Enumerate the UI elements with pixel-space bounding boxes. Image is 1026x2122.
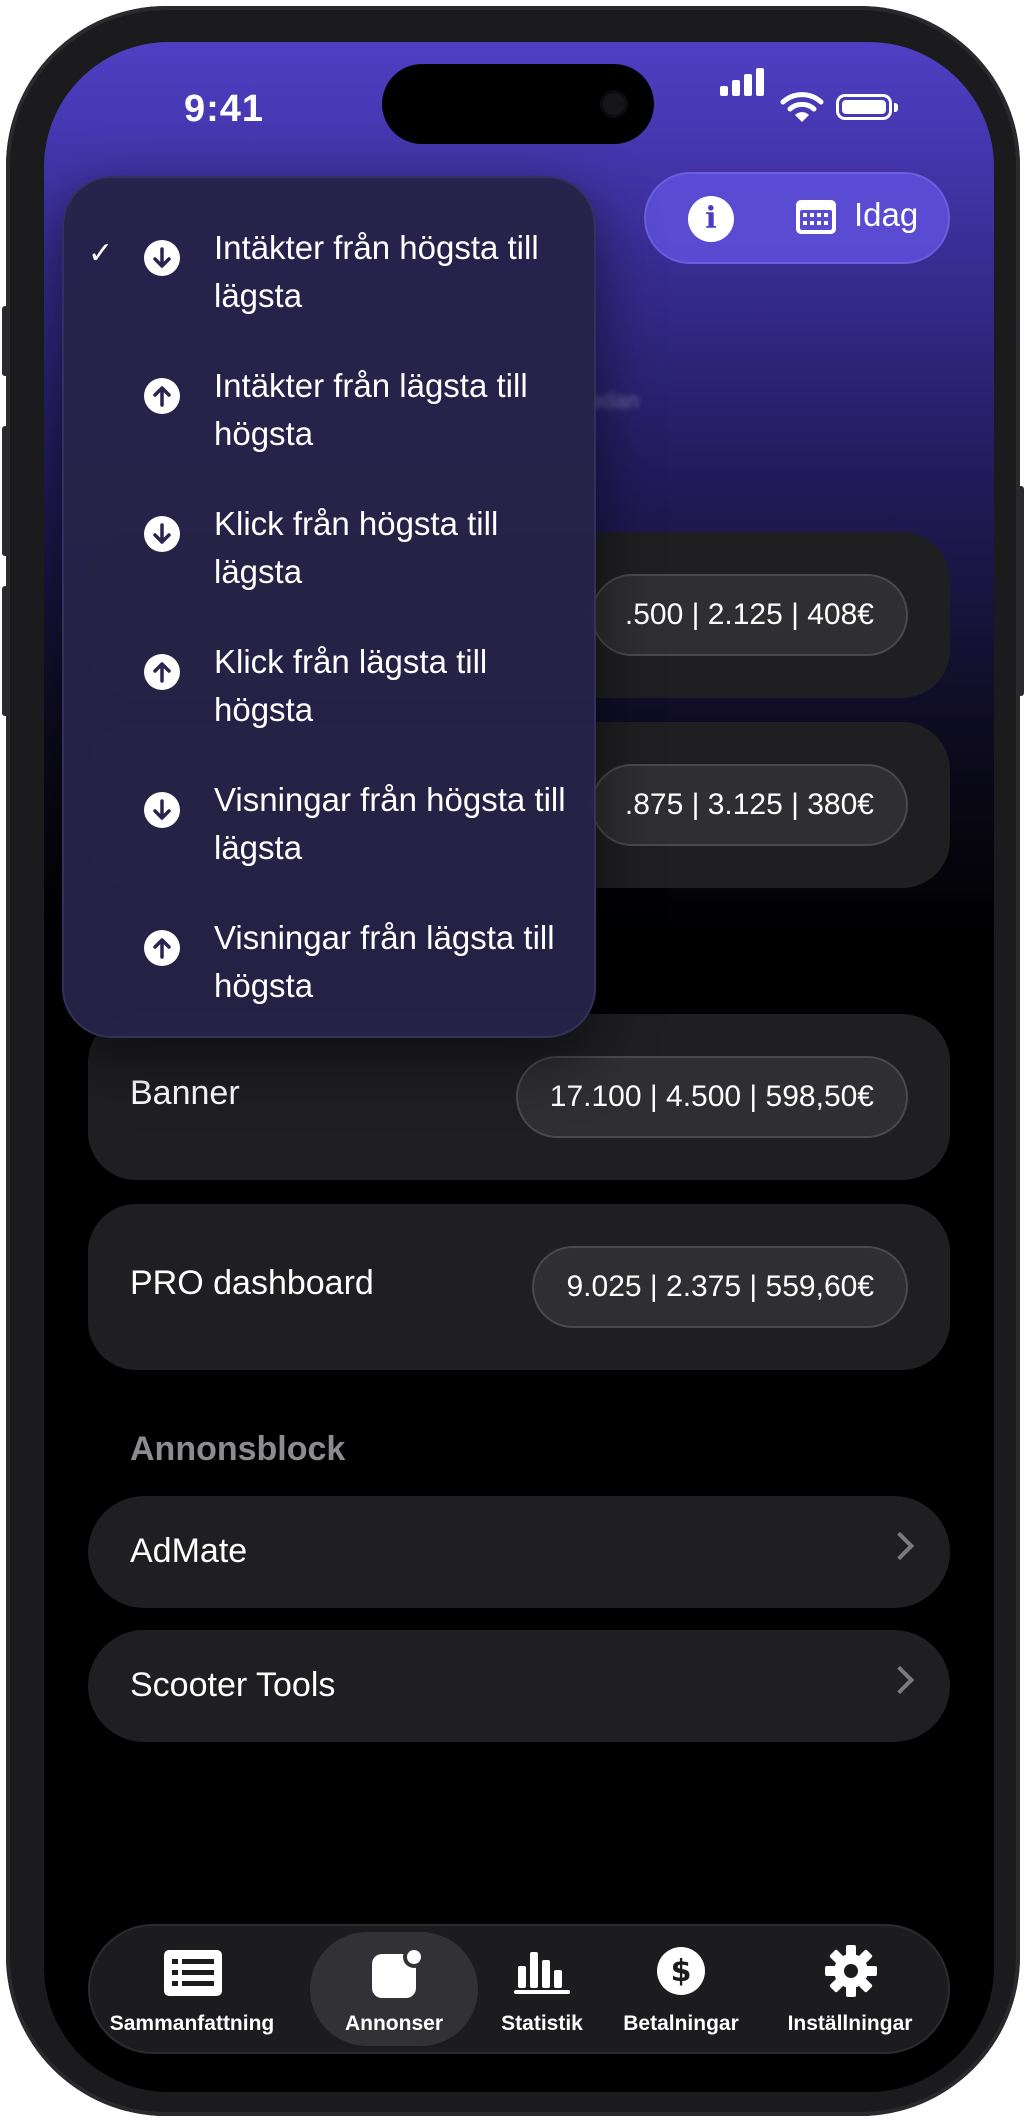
ad-block-row-admate[interactable]: AdMate: [88, 1496, 950, 1608]
volume-up-button: [2, 426, 10, 556]
status-time: 9:41: [184, 88, 265, 130]
tab-label: Inställningar: [787, 2012, 913, 2035]
battery-icon: [836, 94, 898, 120]
sort-option-clicks-asc[interactable]: Klick från lägsta till högsta: [62, 620, 596, 758]
wifi-icon: [780, 92, 824, 122]
tab-label: Betalningar: [623, 2012, 739, 2035]
arrow-up-circle-icon: [144, 930, 180, 966]
sort-option-revenue-asc[interactable]: Intäkter från lägsta till högsta: [62, 344, 596, 482]
arrow-up-circle-icon: [144, 378, 180, 414]
calendar-icon[interactable]: [794, 196, 838, 236]
info-icon[interactable]: i: [688, 196, 734, 242]
ad-block-label: Scooter Tools: [130, 1666, 336, 1704]
svg-text:$: $: [671, 1954, 692, 1989]
status-bar: 9:41: [44, 42, 994, 182]
chevron-right-icon: [885, 1531, 915, 1561]
ad-stats-pill: .875 | 3.125 | 380€: [590, 764, 908, 846]
sort-option-revenue-desc[interactable]: ✓ Intäkter från högsta till lägsta: [62, 206, 596, 344]
dynamic-island: [382, 64, 654, 144]
sort-option-label: Intäkter från lägsta till högsta: [214, 367, 528, 452]
header-actions: i Idag: [644, 172, 950, 264]
dollar-icon: $: [657, 1947, 705, 1995]
ad-stats-pill: 17.100 | 4.500 | 598,50€: [515, 1056, 908, 1138]
tab-bar: Sammanfattning Annonser Statistik $ Beta…: [88, 1924, 950, 2054]
app-screen: 9:41 edan i Idag .500 | 2.125 | 408€ .87…: [44, 42, 994, 2092]
tab-installningar[interactable]: Inställningar: [760, 1924, 940, 2054]
arrow-down-circle-icon: [144, 516, 180, 552]
list-icon: [164, 1950, 222, 1996]
tab-annonser[interactable]: Annonser: [310, 1932, 478, 2046]
arrow-up-circle-icon: [144, 654, 180, 690]
arrow-down-circle-icon: [144, 792, 180, 828]
ad-card-label: Banner: [130, 1074, 240, 1112]
ad-stats-pill: .500 | 2.125 | 408€: [590, 574, 908, 656]
arrow-down-circle-icon: [144, 240, 180, 276]
ad-card-pro-dashboard[interactable]: PRO dashboard 9.025 | 2.375 | 559,60€: [88, 1204, 950, 1370]
header-subtitle-fragment: edan: [590, 388, 639, 413]
camera-icon: [600, 90, 628, 118]
ad-blocks-section-title: Annonsblock: [130, 1430, 346, 1468]
tab-statistik[interactable]: Statistik: [480, 1924, 604, 2054]
ad-card-label: PRO dashboard: [130, 1264, 374, 1302]
date-filter-button[interactable]: Idag: [854, 196, 918, 234]
tab-betalningar[interactable]: $ Betalningar: [606, 1924, 756, 2054]
sort-option-views-asc[interactable]: Visningar från lägsta till högsta: [62, 896, 596, 1034]
ad-block-row-scooter-tools[interactable]: Scooter Tools: [88, 1630, 950, 1742]
tab-label: Annonser: [344, 2012, 443, 2035]
sort-option-label: Intäkter från högsta till lägsta: [214, 229, 539, 314]
sort-option-views-desc[interactable]: Visningar från högsta till lägsta: [62, 758, 596, 896]
tab-label: Sammanfattning: [109, 2012, 275, 2035]
sort-option-clicks-desc[interactable]: Klick från högsta till lägsta: [62, 482, 596, 620]
bar-chart-icon: [514, 1952, 570, 1994]
mute-switch: [2, 306, 10, 376]
tab-sammanfattning[interactable]: Sammanfattning: [102, 1924, 282, 2054]
ad-card-banner[interactable]: Banner 17.100 | 4.500 | 598,50€: [88, 1014, 950, 1180]
sort-option-label: Klick från lägsta till högsta: [214, 643, 488, 728]
sort-option-label: Visningar från högsta till lägsta: [214, 781, 566, 866]
sort-option-label: Klick från högsta till lägsta: [214, 505, 499, 590]
checkmark-icon: ✓: [88, 237, 114, 270]
volume-down-button: [2, 586, 10, 716]
ad-stats-pill: 9.025 | 2.375 | 559,60€: [532, 1246, 908, 1328]
tab-label: Statistik: [501, 2012, 583, 2035]
chevron-right-icon: [885, 1665, 915, 1695]
power-button: [1016, 486, 1024, 696]
gear-icon: [825, 1945, 877, 1997]
phone-frame: 9:41 edan i Idag .500 | 2.125 | 408€ .87…: [2, 6, 1024, 2116]
ad-block-label: AdMate: [130, 1532, 248, 1570]
sort-menu: ✓ Intäkter från högsta till lägsta Intäk…: [62, 176, 596, 1038]
ads-icon: [372, 1948, 424, 1998]
sort-option-label: Visningar från lägsta till högsta: [214, 919, 555, 1004]
